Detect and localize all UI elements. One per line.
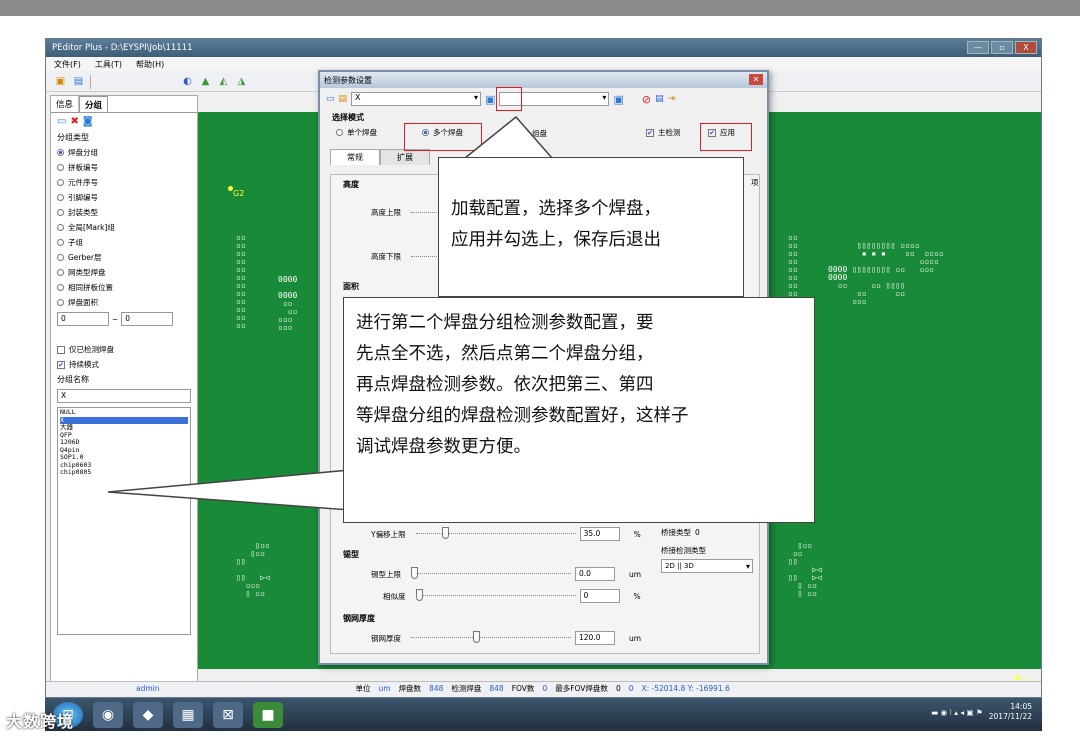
callout-main-line-4: 等焊盘分组的焊盘检测参数配置好，这样子 [356,406,689,426]
callout-main-line-1: 进行第二个焊盘分组检测参数配置，要 [356,313,654,333]
callout-top: 加载配置，选择多个焊盘， 应用并勾选上，保存后退出 [438,157,744,297]
callout-main: 进行第二个焊盘分组检测参数配置，要 先点全不选，然后点第二个焊盘分组， 再点焊盘… [343,297,815,523]
callout-top-line-1: 加载配置，选择多个焊盘， [451,199,661,219]
callout-top-line-2: 应用并勾选上，保存后退出 [451,230,661,250]
callout-main-line-5: 调试焊盘参数更方便。 [356,437,531,457]
callout-main-line-3: 再点焊盘检测参数。依次把第三、第四 [356,375,654,395]
callout-main-line-2: 先点全不选，然后点第二个焊盘分组， [356,344,654,364]
